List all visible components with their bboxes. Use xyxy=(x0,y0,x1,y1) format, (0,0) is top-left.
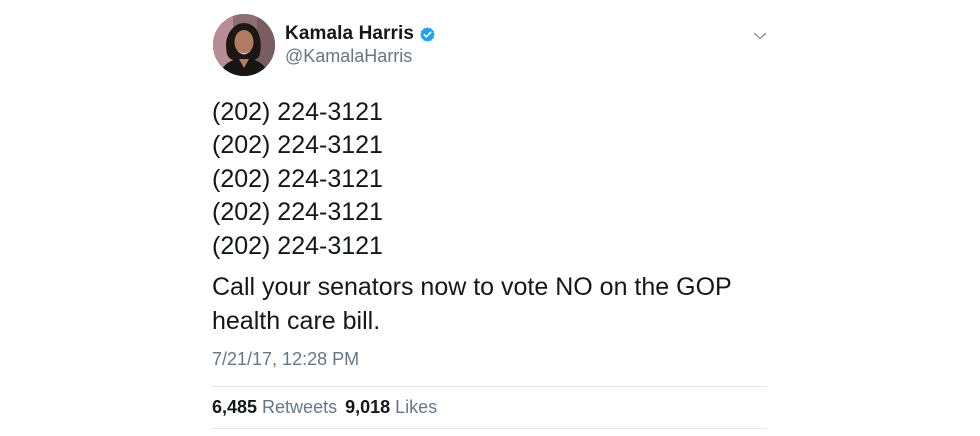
tweet-phone-numbers: (202) 224-3121 (202) 224-3121 (202) 224-… xyxy=(212,96,767,263)
tweet-timestamp[interactable]: 7/21/17, 12:28 PM xyxy=(212,349,767,373)
tweet-message: Call your senators now to vote NO on the… xyxy=(212,273,732,335)
tweet-header: Kamala Harris @KamalaHarris xyxy=(212,12,767,78)
phone-number-line: (202) 224-3121 xyxy=(212,231,383,260)
phone-number-line: (202) 224-3121 xyxy=(212,198,383,227)
display-name-row: Kamala Harris xyxy=(285,22,436,46)
tweet-card: Kamala Harris @KamalaHarris (202) 224-31… xyxy=(212,12,767,430)
phone-number-line: (202) 224-3121 xyxy=(212,131,383,160)
verified-badge-icon xyxy=(419,26,436,43)
author-display-name[interactable]: Kamala Harris xyxy=(285,23,414,45)
avatar-photo xyxy=(213,14,275,76)
likes-count: 9,018 xyxy=(345,397,391,418)
phone-number-line: (202) 224-3121 xyxy=(212,164,383,193)
tweet-stats: 6,485 Retweets 9,018 Likes xyxy=(212,387,767,428)
likes-label: Likes xyxy=(395,397,438,418)
avatar[interactable] xyxy=(213,14,275,76)
author-names: Kamala Harris @KamalaHarris xyxy=(285,22,436,67)
likes-stat[interactable]: 9,018 Likes xyxy=(345,397,437,418)
phone-number-line: (202) 224-3121 xyxy=(212,98,383,126)
chevron-down-icon[interactable] xyxy=(753,28,767,40)
author-handle[interactable]: @KamalaHarris xyxy=(285,46,436,67)
retweets-label: Retweets xyxy=(262,397,338,418)
retweets-count: 6,485 xyxy=(212,397,258,418)
retweets-stat[interactable]: 6,485 Retweets xyxy=(212,397,337,418)
divider xyxy=(212,428,767,430)
